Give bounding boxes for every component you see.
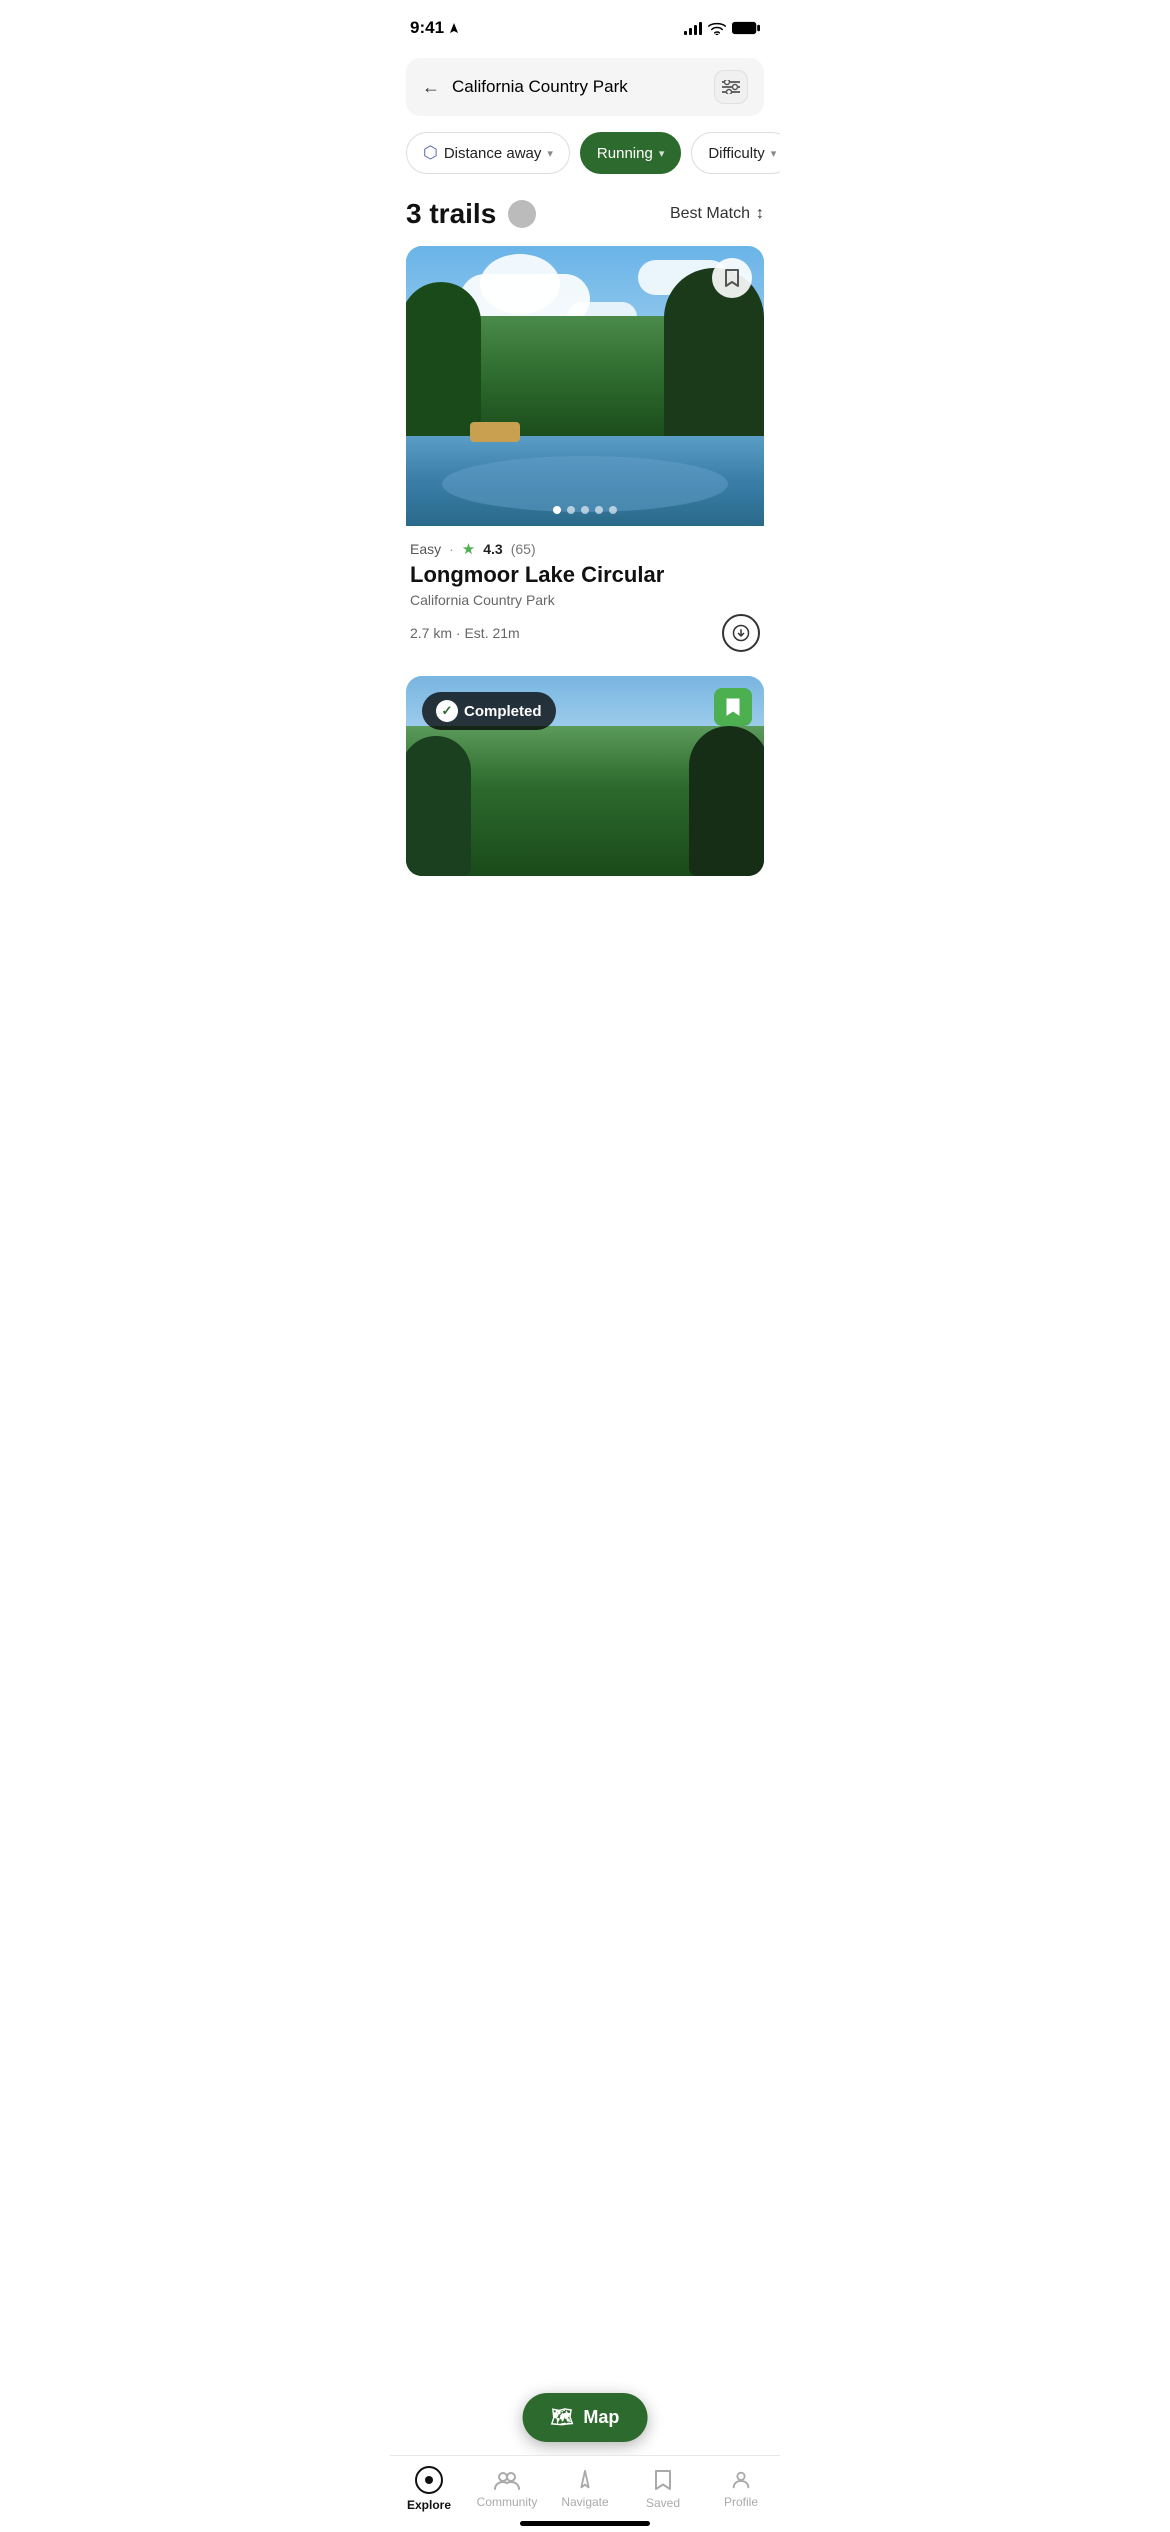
profile-icon bbox=[730, 2469, 752, 2491]
map-fab-button[interactable]: 🗺 Map bbox=[523, 2393, 648, 2442]
bookmark-button-2[interactable] bbox=[714, 688, 752, 726]
image-dots bbox=[553, 506, 617, 514]
trail-stats: 2.7 km · Est. 21m bbox=[410, 625, 520, 641]
wifi-icon bbox=[708, 21, 726, 35]
trail-distance: 2.7 km bbox=[410, 625, 452, 641]
bookmark-button-1[interactable] bbox=[712, 258, 752, 298]
nav-navigate[interactable]: Navigate bbox=[546, 2469, 624, 2509]
nav-profile[interactable]: Profile bbox=[702, 2469, 780, 2509]
trail-image-1 bbox=[406, 246, 764, 526]
dot-3 bbox=[581, 506, 589, 514]
filter-difficulty[interactable]: Difficulty ▾ bbox=[691, 132, 780, 174]
navigate-icon bbox=[574, 2469, 596, 2491]
search-container: ← California Country Park bbox=[390, 50, 780, 128]
star-icon: ★ bbox=[462, 540, 475, 558]
meta-separator: · bbox=[449, 541, 454, 557]
trail-location-1: California Country Park bbox=[410, 592, 760, 608]
explore-icon bbox=[415, 2466, 443, 2494]
sliders-icon bbox=[722, 80, 740, 94]
search-bar: ← California Country Park bbox=[406, 58, 764, 116]
saved-icon bbox=[653, 2468, 673, 2492]
bookmark-icon-2 bbox=[725, 697, 741, 717]
back-button[interactable]: ← bbox=[422, 77, 440, 98]
bookmark-icon-1 bbox=[724, 268, 740, 288]
chevron-down-icon: ▾ bbox=[547, 147, 553, 160]
dot-1 bbox=[553, 506, 561, 514]
explore-label: Explore bbox=[407, 2498, 451, 2512]
download-button-1[interactable] bbox=[722, 614, 760, 652]
sort-button[interactable]: Best Match ↕ bbox=[670, 205, 764, 223]
dot-5 bbox=[609, 506, 617, 514]
trail-card-2[interactable]: ✓ Completed bbox=[406, 676, 764, 876]
nav-explore[interactable]: Explore bbox=[390, 2466, 468, 2512]
nav-saved[interactable]: Saved bbox=[624, 2468, 702, 2510]
trail-name-1: Longmoor Lake Circular bbox=[410, 562, 760, 588]
trail-info-1: Easy · ★ 4.3 (65) Longmoor Lake Circular… bbox=[406, 526, 764, 656]
map-icon: 🗺 bbox=[551, 2407, 574, 2428]
completed-text: Completed bbox=[464, 703, 542, 720]
completed-check-icon: ✓ bbox=[436, 700, 458, 722]
running-label: Running bbox=[597, 145, 653, 162]
status-time: 9:41 bbox=[410, 18, 460, 38]
loading-indicator bbox=[508, 200, 536, 228]
download-icon bbox=[732, 624, 750, 642]
trails-left: 3 trails bbox=[406, 198, 536, 230]
distance-label: Distance away bbox=[444, 145, 542, 162]
battery-icon bbox=[732, 21, 760, 35]
chevron-down-icon-running: ▾ bbox=[659, 147, 665, 160]
filter-pills: ⬡ Distance away ▾ Running ▾ Difficulty ▾ bbox=[390, 128, 780, 190]
sort-icon: ↕ bbox=[756, 205, 764, 223]
time-display: 9:41 bbox=[410, 18, 444, 38]
profile-label: Profile bbox=[724, 2495, 758, 2509]
completed-badge: ✓ Completed bbox=[422, 692, 556, 730]
map-label: Map bbox=[583, 2407, 619, 2428]
trail-image-2: ✓ Completed bbox=[406, 676, 764, 876]
home-indicator bbox=[520, 2521, 650, 2526]
location-arrow-icon bbox=[448, 22, 460, 34]
filter-button[interactable] bbox=[714, 70, 748, 104]
community-label: Community bbox=[477, 2495, 538, 2509]
status-bar: 9:41 bbox=[390, 0, 780, 50]
dot-2 bbox=[567, 506, 575, 514]
trail-stats-row: 2.7 km · Est. 21m bbox=[410, 614, 760, 652]
saved-label: Saved bbox=[646, 2496, 680, 2510]
rating-count: (65) bbox=[511, 541, 536, 557]
sort-label: Best Match bbox=[670, 205, 750, 223]
filter-running[interactable]: Running ▾ bbox=[580, 132, 681, 174]
community-icon bbox=[494, 2469, 520, 2491]
trails-header: 3 trails Best Match ↕ bbox=[390, 190, 780, 246]
trail-card-1[interactable]: Easy · ★ 4.3 (65) Longmoor Lake Circular… bbox=[406, 246, 764, 656]
status-icons bbox=[684, 21, 760, 35]
nav-community[interactable]: Community bbox=[468, 2469, 546, 2509]
rating-value: 4.3 bbox=[483, 541, 502, 557]
trails-count: 3 trails bbox=[406, 198, 496, 230]
navigate-label: Navigate bbox=[561, 2495, 608, 2509]
filter-distance[interactable]: ⬡ Distance away ▾ bbox=[406, 132, 570, 174]
search-query: California Country Park bbox=[452, 77, 702, 97]
difficulty-text: Easy bbox=[410, 541, 441, 557]
trail-meta: Easy · ★ 4.3 (65) bbox=[410, 540, 760, 558]
shield-icon: ⬡ bbox=[423, 143, 438, 163]
chevron-down-icon-difficulty: ▾ bbox=[771, 147, 777, 160]
difficulty-label: Difficulty bbox=[708, 145, 764, 162]
signal-bars bbox=[684, 21, 702, 35]
trail-duration: Est. 21m bbox=[464, 625, 519, 641]
dot-4 bbox=[595, 506, 603, 514]
